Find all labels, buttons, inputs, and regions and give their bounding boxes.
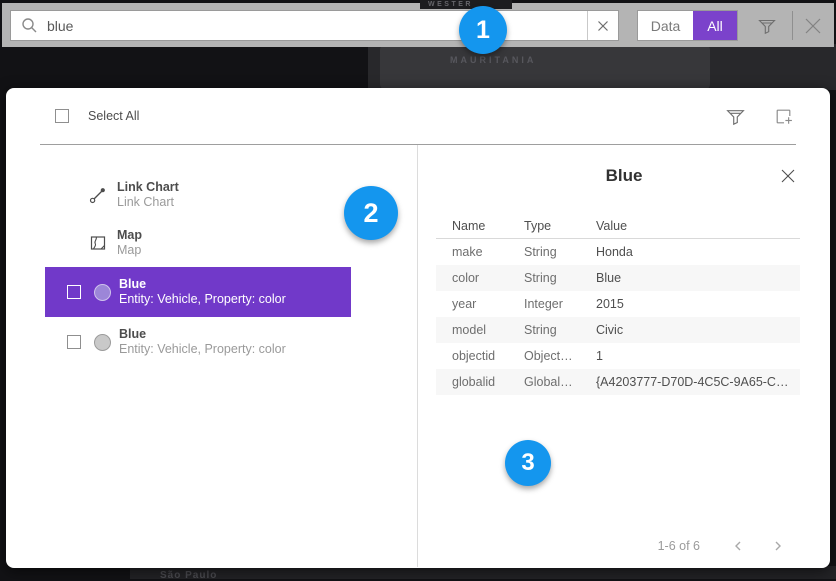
column-header-type: Type [508,219,580,233]
square-plus-icon [773,106,794,127]
properties-table: Name Type Value make String Honda color … [436,213,800,395]
map-label-mauritania: MAURITANIA [450,55,536,65]
item-title: Blue [119,277,286,292]
list-item-blue[interactable]: Blue Entity: Vehicle, Property: color [45,317,351,367]
item-checkbox[interactable] [67,285,81,299]
item-subtitle: Entity: Vehicle, Property: color [119,342,286,357]
previous-page-button[interactable] [730,538,746,554]
detail-title: Blue [418,166,830,186]
map-label-western-fragment: WESTER [420,0,512,9]
select-all-label: Select All [88,109,139,123]
toolbar-close-button[interactable] [796,10,830,41]
table-row[interactable]: objectid Object… 1 [436,343,800,369]
chevron-left-icon [731,539,745,553]
scope-toggle: Data All [637,10,738,41]
map-land-patch-inner [380,44,710,90]
entity-dot-icon [94,284,111,301]
toggle-data-button[interactable]: Data [638,11,693,40]
annotation-badge-2: 2 [344,186,398,240]
item-title: Blue [119,327,286,342]
list-item-map[interactable]: Map Map [45,219,351,267]
item-title: Link Chart [117,180,179,195]
toggle-all-button[interactable]: All [693,11,737,40]
next-page-button[interactable] [770,538,786,554]
map-label-bottom: São Paulo [160,570,217,581]
search-results-panel: Select All Link Chart Link Chart [6,88,830,568]
table-row[interactable]: model String Civic [436,317,800,343]
filter-icon [725,106,746,127]
annotation-badge-1: 1 [459,6,507,54]
table-row[interactable]: globalid Global… {A4203777-D70D-4C5C-9A6… [436,369,800,395]
pagination: 1-6 of 6 [418,538,830,554]
annotation-badge-3: 3 [505,440,551,486]
list-item-link-chart[interactable]: Link Chart Link Chart [45,171,351,219]
search-icon [21,17,38,34]
search-toolbar: Data All [2,3,834,47]
detail-close-button[interactable] [779,167,797,185]
panel-header: Select All [40,88,796,145]
table-row[interactable]: year Integer 2015 [436,291,800,317]
item-subtitle: Map [117,243,142,258]
item-title: Map [117,228,142,243]
panel-filter-button[interactable] [724,105,746,127]
table-row[interactable]: make String Honda [436,239,800,265]
item-subtitle: Link Chart [117,195,179,210]
toolbar-filter-button[interactable] [751,10,782,41]
select-all-checkbox[interactable] [55,109,69,123]
map-icon [88,233,108,253]
close-icon [780,168,796,184]
table-row[interactable]: color String Blue [436,265,800,291]
column-header-name: Name [436,219,508,233]
item-checkbox[interactable] [67,335,81,349]
list-item-blue-selected[interactable]: Blue Entity: Vehicle, Property: color [45,267,351,317]
add-to-new-button[interactable] [772,105,794,127]
filter-icon [757,16,777,36]
pagination-label: 1-6 of 6 [658,539,700,553]
column-header-value: Value [580,219,800,233]
clear-icon [597,20,609,32]
link-chart-icon [88,185,108,205]
toolbar-divider [792,11,793,40]
detail-column: Blue Name Type Value make String Honda [418,145,830,567]
entity-dot-icon [94,334,111,351]
search-box[interactable] [10,10,619,41]
table-header-row: Name Type Value [436,213,800,239]
close-icon [803,16,823,36]
clear-search-button[interactable] [587,11,618,40]
item-subtitle: Entity: Vehicle, Property: color [119,292,286,307]
chevron-right-icon [771,539,785,553]
